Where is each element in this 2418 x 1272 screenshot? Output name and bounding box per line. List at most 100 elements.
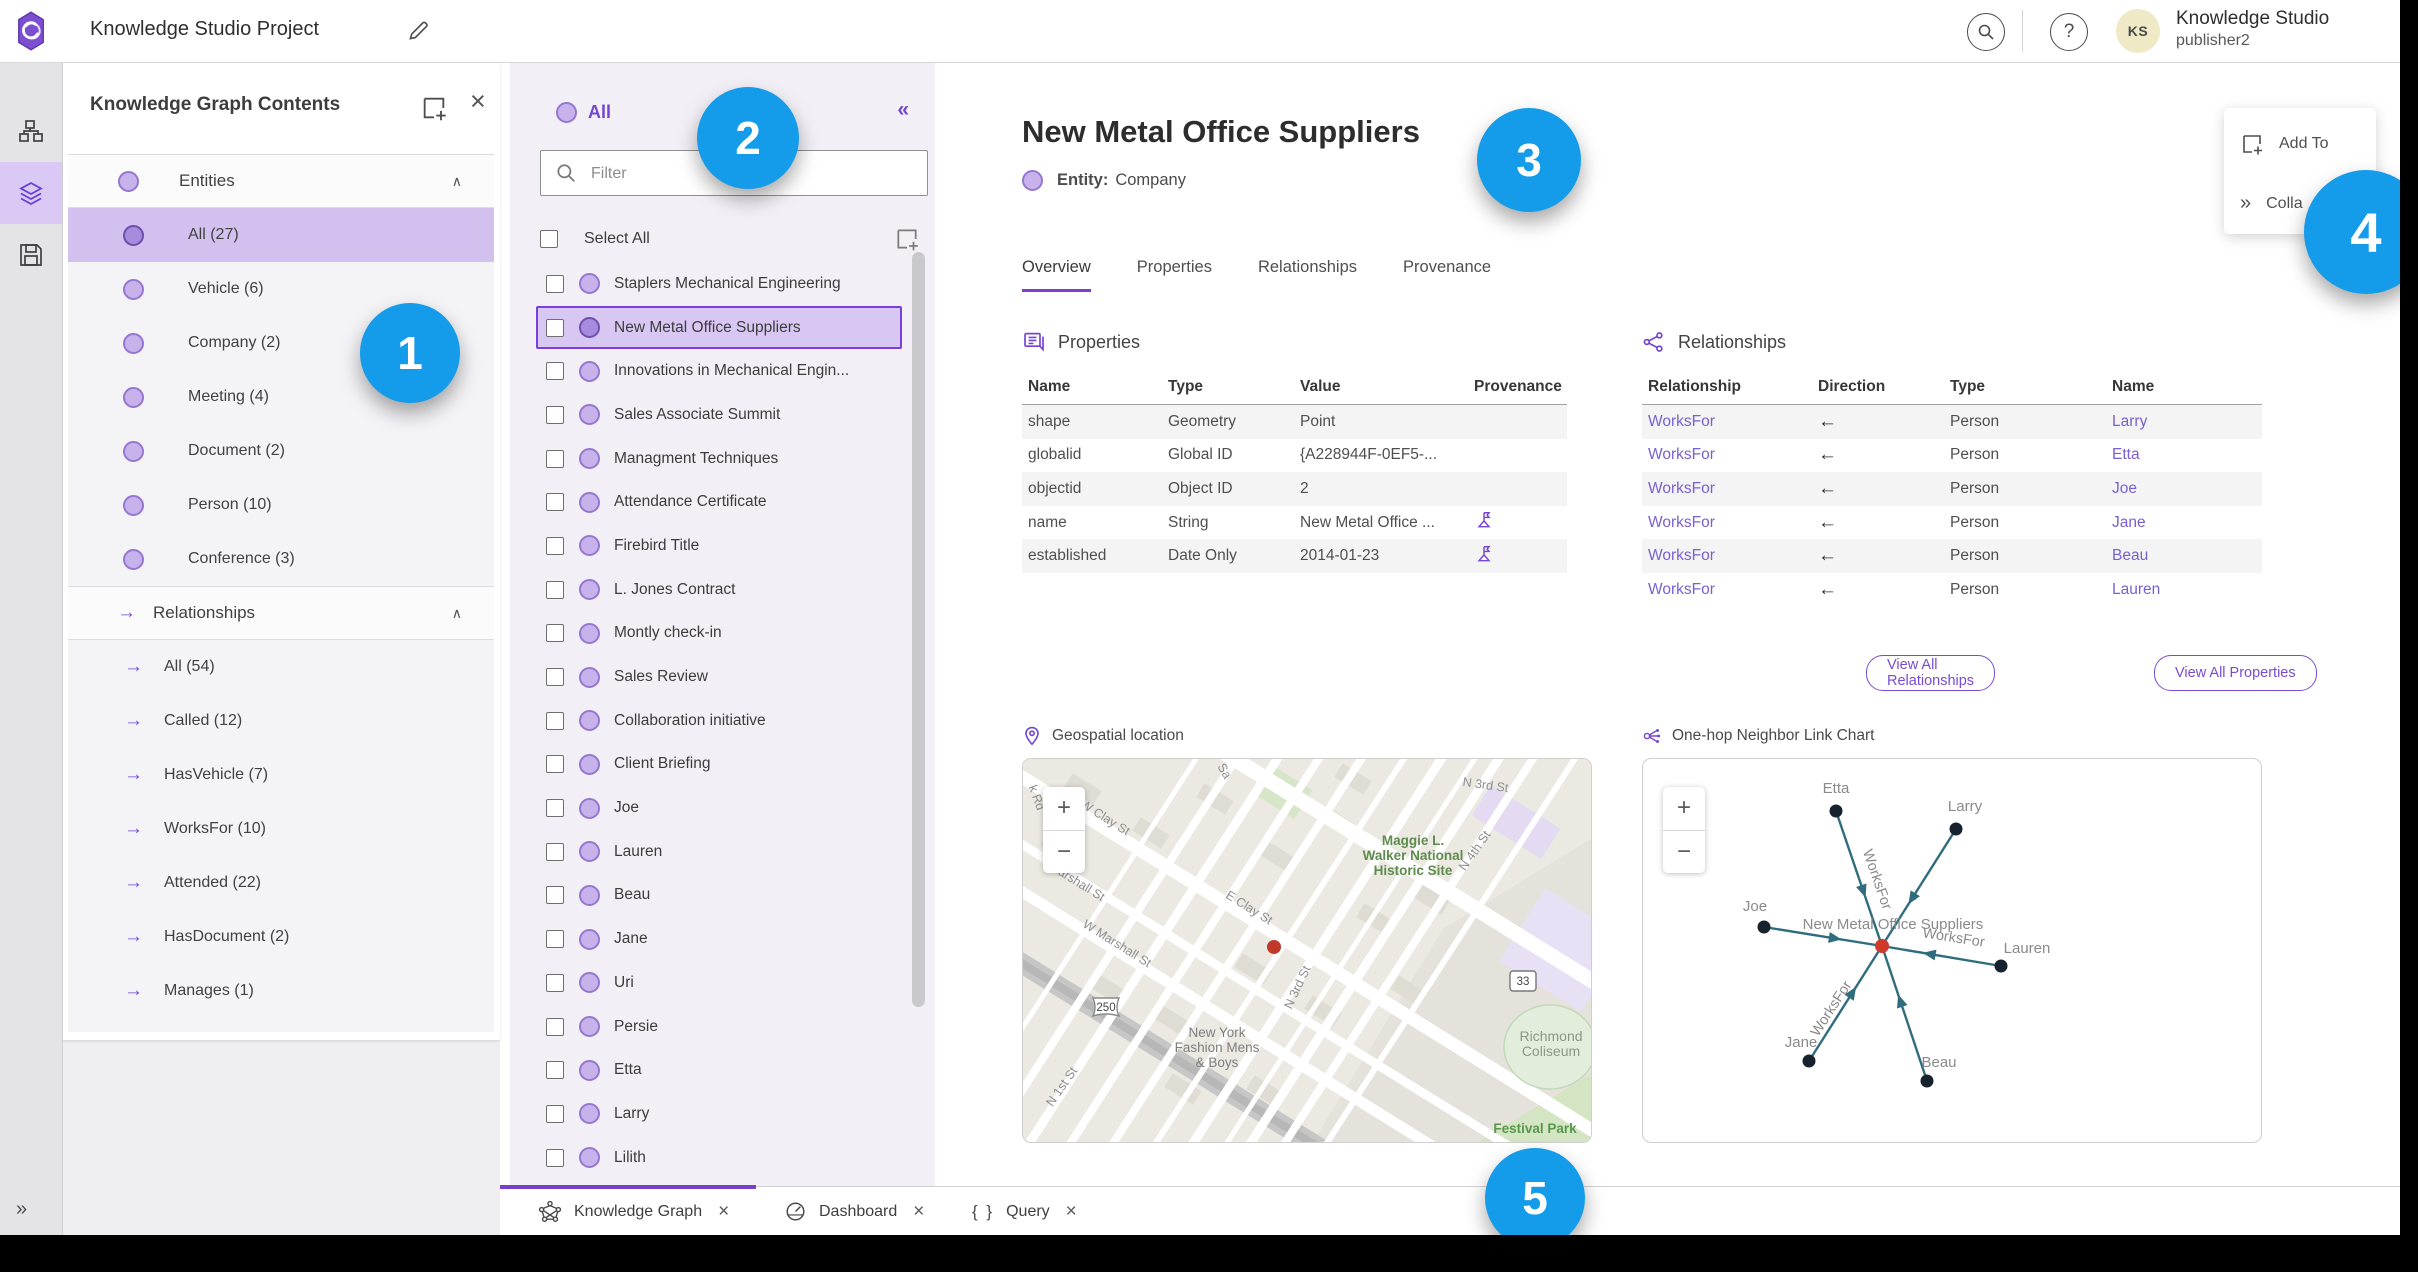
relationship-link[interactable]: WorksFor <box>1648 446 1818 464</box>
related-entity-link[interactable]: Joe <box>2112 480 2262 498</box>
zoom-in-button[interactable]: + <box>1663 787 1705 831</box>
close-tab-icon[interactable]: × <box>1066 1201 1077 1223</box>
tab-knowledge-graph[interactable]: Knowledge Graph × <box>500 1185 756 1233</box>
relationship-type-item[interactable]: → Attended (22) <box>68 856 494 910</box>
avatar[interactable]: KS <box>2116 9 2160 53</box>
entity-type-item[interactable]: All (27) <box>68 208 494 262</box>
relationship-link[interactable]: WorksFor <box>1648 413 1818 431</box>
item-checkbox[interactable] <box>546 1104 564 1123</box>
add-to-action[interactable]: Add To <box>2240 132 2329 156</box>
item-checkbox[interactable] <box>546 536 564 555</box>
relationship-type-item[interactable]: → HasDocument (2) <box>68 910 494 964</box>
entity-type-item[interactable]: Document (2) <box>68 424 494 478</box>
entity-list-item[interactable]: Sales Review <box>536 655 902 699</box>
edit-title-icon[interactable] <box>405 18 431 44</box>
item-checkbox[interactable] <box>546 1017 564 1036</box>
chevron-up-icon[interactable]: ∧ <box>452 605 462 622</box>
item-checkbox[interactable] <box>546 973 564 992</box>
item-checkbox[interactable] <box>546 493 564 512</box>
item-checkbox[interactable] <box>546 580 564 599</box>
zoom-out-button[interactable]: − <box>1663 831 1705 874</box>
entity-list-item[interactable]: Etta <box>536 1048 902 1092</box>
item-checkbox[interactable] <box>546 930 564 949</box>
related-entity-link[interactable]: Etta <box>2112 446 2262 464</box>
rail-save-button[interactable] <box>0 224 62 286</box>
entity-type-item[interactable]: Person (10) <box>68 478 494 532</box>
entity-list-item[interactable]: Lilith <box>536 1136 902 1180</box>
entity-list-item[interactable]: Collaboration initiative <box>536 699 902 743</box>
provenance-flag-icon[interactable] <box>1474 510 1494 530</box>
item-checkbox[interactable] <box>546 668 564 687</box>
provenance-flag-icon[interactable] <box>1474 544 1494 564</box>
list-scrollbar[interactable] <box>912 252 925 1007</box>
help-button[interactable]: ? <box>2050 13 2088 51</box>
detail-tab[interactable]: Provenance <box>1403 258 1491 292</box>
rail-expand-button[interactable]: » <box>16 1198 27 1221</box>
related-entity-link[interactable]: Jane <box>2112 514 2262 532</box>
relationship-type-item[interactable]: → Called (12) <box>68 694 494 748</box>
related-entity-link[interactable]: Lauren <box>2112 581 2262 599</box>
entity-list-item[interactable]: Managment Techniques <box>536 437 902 481</box>
entity-type-item[interactable]: Conference (3) <box>68 532 494 586</box>
rail-layers-button[interactable] <box>0 162 62 224</box>
item-checkbox[interactable] <box>546 842 564 861</box>
detail-tab[interactable]: Overview <box>1022 258 1091 292</box>
geospatial-map[interactable]: + − 250 33 k Rd W Clay St Sa Marshall St W Mar… <box>1022 758 1592 1143</box>
entity-list-item[interactable]: Larry <box>536 1092 902 1136</box>
tab-query[interactable]: { } Query × <box>972 1187 1077 1235</box>
item-checkbox[interactable] <box>546 711 564 730</box>
detail-tab[interactable]: Relationships <box>1258 258 1357 292</box>
item-checkbox[interactable] <box>546 274 564 293</box>
close-panel-button[interactable]: × <box>470 88 486 115</box>
entity-list-item[interactable]: New Metal Office Suppliers <box>536 305 902 350</box>
entity-list-item[interactable]: Client Briefing <box>536 743 902 787</box>
item-checkbox[interactable] <box>546 1061 564 1080</box>
collapse-action[interactable]: » Colla <box>2240 192 2303 215</box>
relationship-link[interactable]: WorksFor <box>1648 514 1818 532</box>
entity-list-item[interactable]: Lauren <box>536 830 902 874</box>
relationship-type-item[interactable]: → WorksFor (10) <box>68 802 494 856</box>
entity-list-item[interactable]: Montly check-in <box>536 612 902 656</box>
item-checkbox[interactable] <box>546 624 564 643</box>
entity-list-item[interactable]: Joe <box>536 786 902 830</box>
entity-list-item[interactable]: Jane <box>536 917 902 961</box>
zoom-out-button[interactable]: − <box>1043 831 1085 874</box>
close-tab-icon[interactable]: × <box>718 1201 729 1223</box>
view-all-properties-button[interactable]: View All Properties <box>2154 655 2317 691</box>
item-checkbox[interactable] <box>546 755 564 774</box>
search-button[interactable] <box>1967 13 2005 51</box>
relationship-type-item[interactable]: → HasVehicle (7) <box>68 748 494 802</box>
entity-list-item[interactable]: Staplers Mechanical Engineering <box>536 262 902 306</box>
relationship-link[interactable]: WorksFor <box>1648 581 1818 599</box>
entity-list-item[interactable]: Sales Associate Summit <box>536 393 902 437</box>
account-info[interactable]: Knowledge Studio publisher2 <box>2176 8 2329 50</box>
view-all-relationships-button[interactable]: View All Relationships <box>1866 655 1996 691</box>
entity-list-item[interactable]: L. Jones Contract <box>536 568 902 612</box>
entities-section-header[interactable]: Entities ∧ <box>68 154 494 208</box>
collapse-panel-icon[interactable]: « <box>897 98 909 122</box>
entity-list-item[interactable]: Attendance Certificate <box>536 480 902 524</box>
add-to-map-icon[interactable] <box>894 226 920 252</box>
relationships-section-header[interactable]: → Relationships ∧ <box>68 586 494 640</box>
add-to-map-icon[interactable] <box>420 94 448 122</box>
one-hop-link-chart[interactable]: + − Etta Larry Joe Lauren Jane Beau WorksFor Wo… <box>1642 758 2262 1143</box>
item-checkbox[interactable] <box>546 318 564 337</box>
entity-list-item[interactable]: Innovations in Mechanical Engin... <box>536 349 902 393</box>
detail-tab[interactable]: Properties <box>1137 258 1212 292</box>
relationship-type-item[interactable]: → All (54) <box>68 640 494 694</box>
entity-list-item[interactable]: Beau <box>536 874 902 918</box>
zoom-in-button[interactable]: + <box>1043 787 1085 831</box>
entity-list-item[interactable]: Firebird Title <box>536 524 902 568</box>
item-checkbox[interactable] <box>546 405 564 424</box>
rail-data-model-button[interactable] <box>0 100 62 162</box>
item-checkbox[interactable] <box>546 799 564 818</box>
chevron-up-icon[interactable]: ∧ <box>452 173 462 190</box>
entity-list-item[interactable]: Uri <box>536 961 902 1005</box>
related-entity-link[interactable]: Larry <box>2112 413 2262 431</box>
item-checkbox[interactable] <box>546 362 564 381</box>
select-all-checkbox[interactable] <box>540 230 558 248</box>
relationship-link[interactable]: WorksFor <box>1648 547 1818 565</box>
related-entity-link[interactable]: Beau <box>2112 547 2262 565</box>
relationship-link[interactable]: WorksFor <box>1648 480 1818 498</box>
item-checkbox[interactable] <box>546 1148 564 1167</box>
